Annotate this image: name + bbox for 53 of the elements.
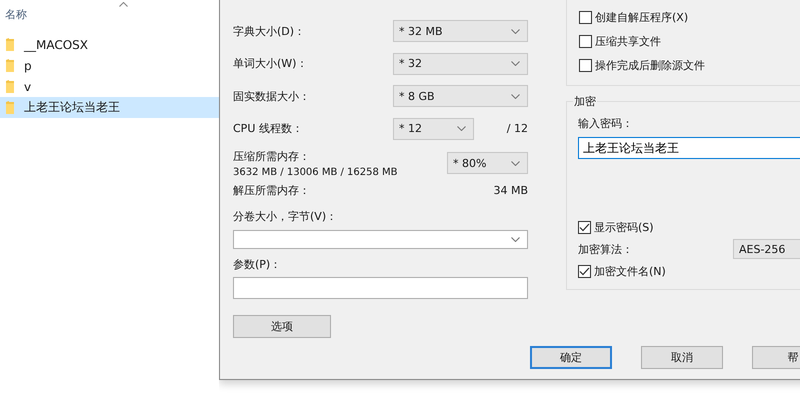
column-header[interactable]: 名称 <box>0 0 219 22</box>
thread-count: / 12 <box>506 122 528 135</box>
checkbox[interactable] <box>579 58 592 72</box>
checkbox[interactable] <box>579 34 592 48</box>
password-label: 输入密码： <box>578 116 634 132</box>
dropdown[interactable]: * 32 <box>393 52 528 74</box>
setting-label: 固实数据大小： <box>233 88 311 104</box>
checkbox[interactable] <box>578 264 591 278</box>
checkbox[interactable] <box>578 220 591 234</box>
setting-label: 压缩所需内存： <box>233 148 311 164</box>
folder-row[interactable]: 上老王论坛当老王 <box>0 97 219 118</box>
dropdown[interactable]: * 32 MB <box>393 20 528 42</box>
parameters-field[interactable] <box>233 277 528 299</box>
dropdown[interactable]: * 80% <box>447 152 528 174</box>
group-title: 加密 <box>573 94 597 109</box>
volume-label: 分卷大小，字节(V)： <box>233 209 338 225</box>
chevron-down-icon[interactable] <box>511 94 520 98</box>
dropdown[interactable]: * 8 GB <box>393 85 528 107</box>
chevron-down-icon[interactable] <box>511 237 520 242</box>
folder-icon <box>6 80 14 93</box>
method-dropdown[interactable]: AES-256 <box>733 239 800 259</box>
checkbox[interactable] <box>579 10 592 24</box>
chevron-down-icon[interactable] <box>457 126 466 131</box>
folder-icon <box>6 38 14 51</box>
setting-label: 解压所需内存： <box>233 182 310 198</box>
memory-usage: 3632 MB / 13006 MB / 16258 MB <box>233 166 398 178</box>
folder-row[interactable]: __MACOSX <box>0 34 219 55</box>
memory-value: 34 MB <box>493 184 528 196</box>
folder-icon <box>6 59 14 72</box>
checkbox-label: 显示密码(S) <box>594 220 654 234</box>
folder-row[interactable]: p <box>0 55 219 76</box>
options-button[interactable]: 选项 <box>233 315 331 338</box>
chevron-down-icon[interactable] <box>511 28 520 34</box>
folder-icon <box>6 101 14 114</box>
checkbox-label: 创建自解压程序(X) <box>595 10 688 24</box>
dropdown[interactable]: * 12 <box>393 118 474 140</box>
chevron-down-icon[interactable] <box>511 61 520 66</box>
method-label: 加密算法： <box>578 242 634 256</box>
chevron-down-icon[interactable] <box>511 160 520 166</box>
volume-dropdown[interactable] <box>233 230 528 249</box>
setting-label: 字典大小(D)： <box>233 24 306 38</box>
password-field[interactable]: 上老王论坛当老王 <box>578 137 800 159</box>
checkbox-label: 压缩共享文件 <box>595 34 661 48</box>
sort-caret-icon[interactable] <box>119 2 128 7</box>
ok-button[interactable]: 确定 <box>530 346 612 369</box>
setting-label: CPU 线程数： <box>233 121 304 136</box>
checkbox-label: 操作完成后删除源文件 <box>595 58 705 72</box>
dialog-button[interactable]: 帮 <box>752 346 800 369</box>
dialog-button[interactable]: 取消 <box>641 346 723 369</box>
setting-label: 单词大小(W)： <box>233 56 308 71</box>
folder-row[interactable]: v <box>0 76 219 97</box>
checkbox-label: 加密文件名(N) <box>594 264 666 278</box>
parameters-label: 参数(P)： <box>233 257 282 273</box>
